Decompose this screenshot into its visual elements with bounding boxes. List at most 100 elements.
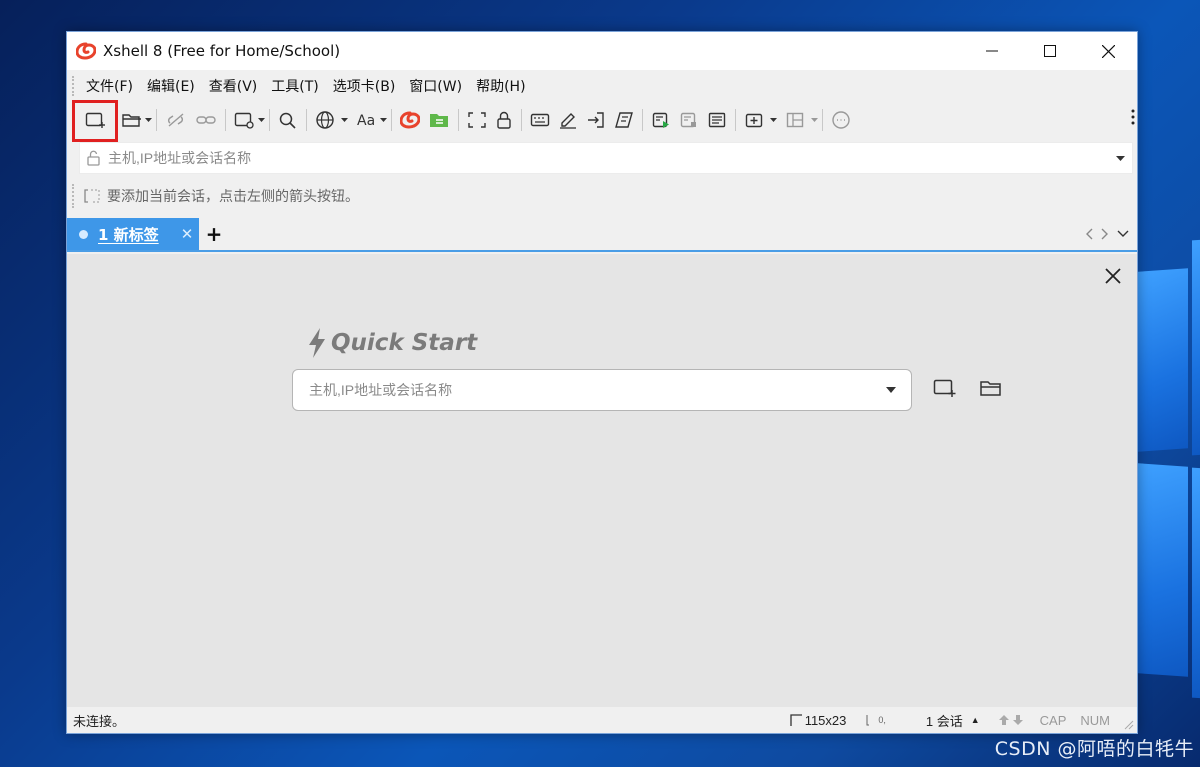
quick-start-input[interactable] [293,372,871,408]
quick-start-new-session-button[interactable] [933,378,957,398]
connection-status: 未连接。 [73,713,126,729]
globe-button[interactable] [311,106,335,134]
close-icon [1101,44,1115,58]
toolbar-separator [458,109,459,131]
layout-icon [786,112,804,128]
new-session-icon [933,379,956,397]
session-content: Quick Start [67,254,1137,708]
minimize-icon [986,50,998,52]
reconnect-icon [196,116,216,124]
new-tab-settings-button[interactable] [230,106,256,134]
xftp-button[interactable] [424,106,454,134]
add-session-arrow-icon[interactable] [83,188,101,204]
transfer-button[interactable] [582,106,610,134]
tab-close-icon[interactable]: ✕ [175,225,199,243]
cursor-position-value: 0, [878,715,886,725]
compose-button[interactable] [554,106,582,134]
title-bar[interactable]: Xshell 8 (Free for Home/School) [67,32,1137,70]
disconnect-icon [168,113,184,127]
xshell-window: Xshell 8 (Free for Home/School) 文件(F) 编辑… [66,31,1138,734]
menu-bar: 文件(F) 编辑(E) 查看(V) 工具(T) 选项卡(B) 窗口(W) 帮助(… [67,70,1137,102]
open-dropdown-caret[interactable] [144,118,152,122]
close-icon [1105,268,1121,284]
more-vertical-icon [1131,109,1135,125]
quick-start-title: Quick Start [331,330,478,356]
layout-dropdown-caret[interactable] [810,118,818,122]
quick-start-box [292,369,912,411]
session-count[interactable]: 1 会话 ▲ [926,711,980,730]
terminal-size: 115x23 [790,712,847,728]
chat-button[interactable] [827,106,855,134]
menu-window[interactable]: 窗口(W) [402,76,469,96]
minimize-button[interactable] [963,32,1021,70]
cursor-position-icon [866,715,870,726]
script-button[interactable] [610,106,638,134]
resize-corner-icon [790,714,802,726]
notes-button[interactable] [703,106,731,134]
add-folder-dropdown-caret[interactable] [769,118,777,122]
tab-navigation [1085,218,1129,250]
toolbar-separator [306,109,307,131]
fullscreen-icon [468,112,486,128]
menu-help[interactable]: 帮助(H) [469,76,532,96]
chevron-left-icon[interactable] [1085,228,1093,240]
address-dropdown-caret[interactable] [1108,155,1132,161]
menu-file[interactable]: 文件(F) [79,76,140,96]
log-stop-button[interactable] [675,106,703,134]
menu-tab[interactable]: 选项卡(B) [326,76,403,96]
resize-grip-icon[interactable] [1124,718,1134,733]
chevron-down-icon[interactable] [1117,230,1129,238]
open-button[interactable] [117,106,143,134]
log-icon [652,112,669,128]
num-lock-indicator: NUM [1080,712,1110,728]
new-tab-settings-icon [234,112,254,129]
log-start-button[interactable] [647,106,675,134]
menu-edit[interactable]: 编辑(E) [140,76,202,96]
close-quick-start-button[interactable] [1105,268,1121,288]
xshell-button[interactable] [396,106,424,134]
cursor-position: 0, [866,714,886,726]
unlock-icon [86,150,104,166]
lock-icon [497,111,511,129]
font-dropdown-caret[interactable] [379,118,387,122]
quick-start-dropdown-caret[interactable] [871,387,911,393]
add-tab-button[interactable]: + [199,218,229,250]
toolbar: Aa [67,100,1137,142]
hint-text: 要添加当前会话，点击左侧的箭头按钮。 [107,189,359,205]
svg-text:Aa: Aa [357,113,375,129]
quick-start-open-button[interactable] [979,378,1003,398]
arrow-up-icon [998,715,1009,725]
tab-new-tab[interactable]: 1 新标签 ✕ [67,218,199,250]
toolbar-more-button[interactable] [1131,108,1135,130]
globe-dropdown-caret[interactable] [340,118,348,122]
terminal-size-value: 115x23 [804,712,847,728]
fullscreen-button[interactable] [463,106,491,134]
keyboard-button[interactable] [526,106,554,134]
desktop-pane [1138,268,1188,452]
xshell-icon [400,111,420,129]
menu-view[interactable]: 查看(V) [202,76,265,96]
font-icon: Aa [357,113,375,129]
new-session-button[interactable] [81,106,111,134]
add-folder-button[interactable] [740,106,764,134]
add-folder-icon [745,113,763,128]
settings-dropdown-caret[interactable] [257,118,265,122]
close-button[interactable] [1079,32,1137,70]
font-button[interactable]: Aa [352,106,378,134]
transfer-arrows [998,714,1024,726]
layout-button[interactable] [781,106,805,134]
tab-strip: 1 新标签 ✕ + [67,218,1137,252]
menu-tools[interactable]: 工具(T) [264,76,325,96]
chevron-right-icon[interactable] [1101,228,1109,240]
search-button[interactable] [274,106,302,134]
disconnect-button[interactable] [161,106,191,134]
address-input[interactable] [104,144,1108,172]
tab-label: 1 新标签 [98,225,159,244]
new-session-icon [85,112,105,128]
toolbar-separator [642,109,643,131]
xshell-logo-icon [75,40,97,62]
maximize-button[interactable] [1021,32,1079,70]
reconnect-button[interactable] [191,106,221,134]
toolbar-separator [269,109,270,131]
lock-button[interactable] [491,106,517,134]
